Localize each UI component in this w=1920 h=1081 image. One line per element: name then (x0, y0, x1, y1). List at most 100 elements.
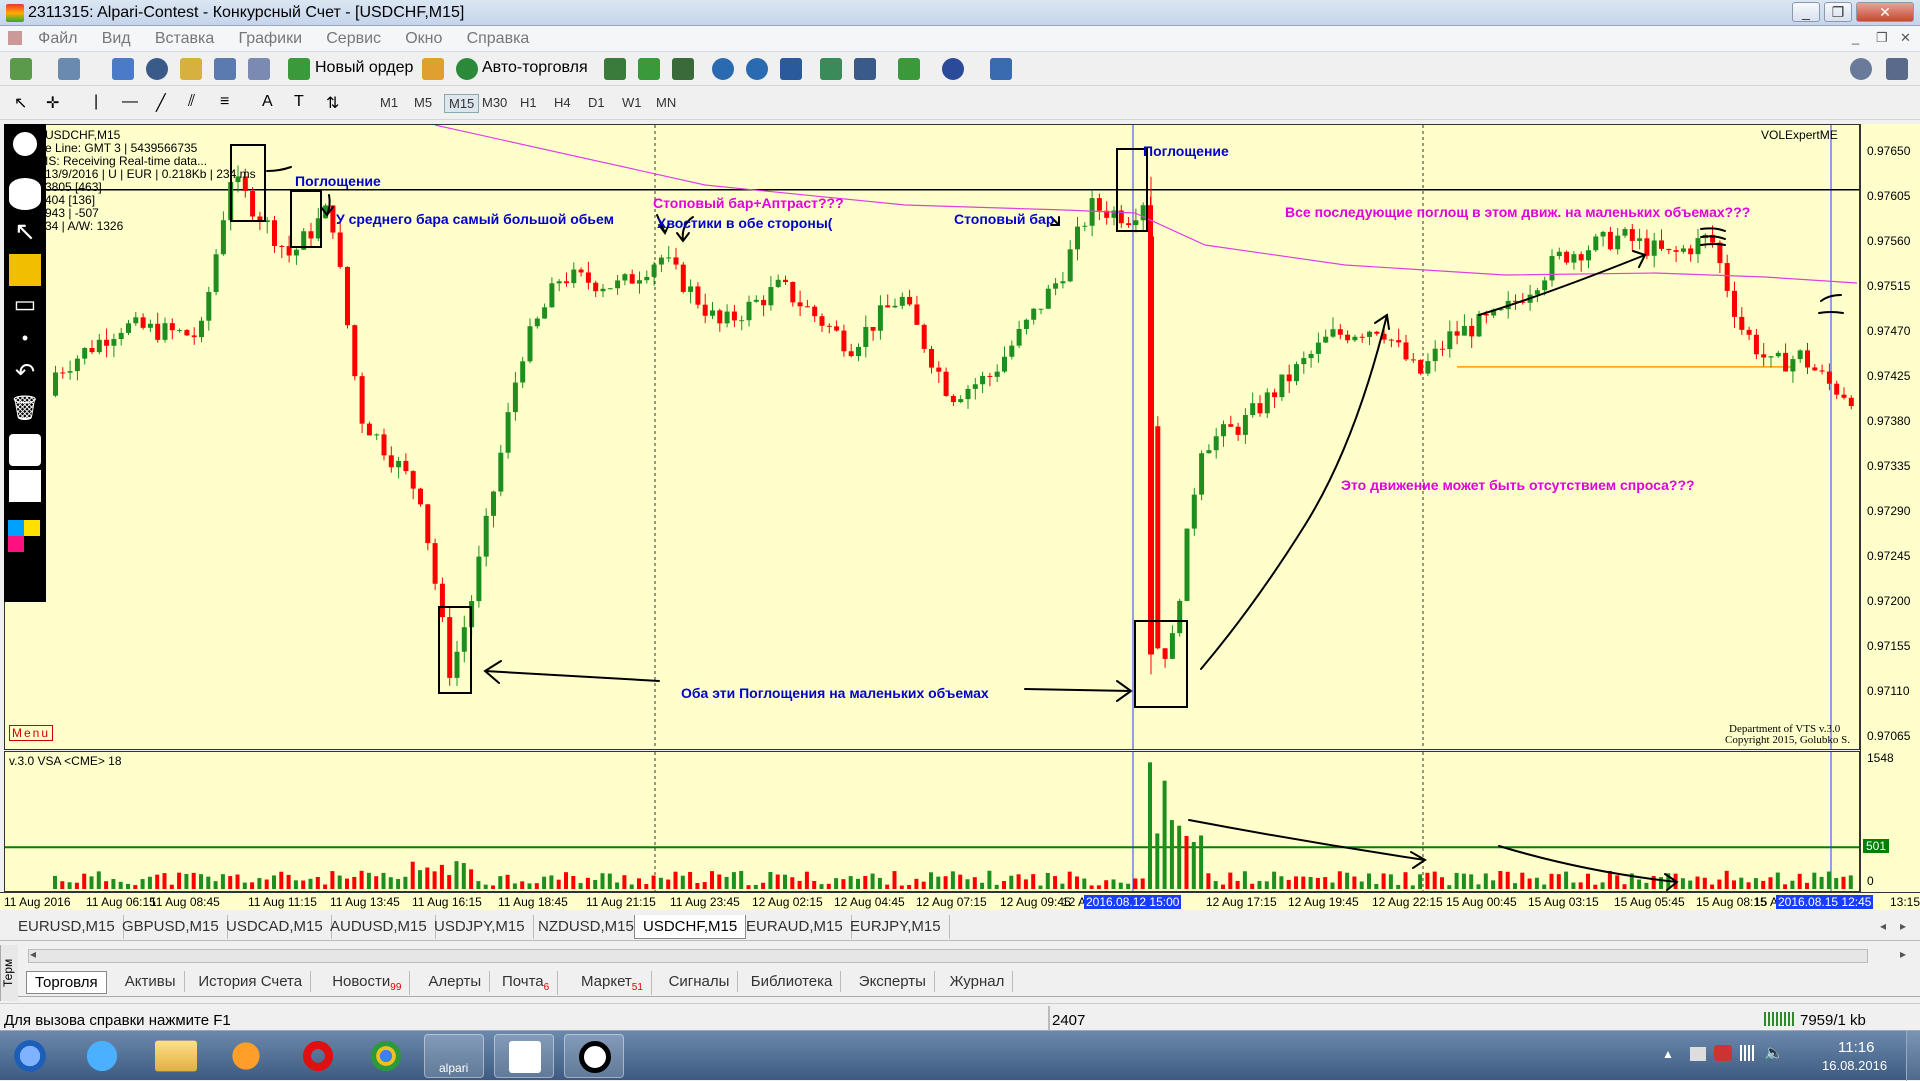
tf-mn[interactable]: MN (652, 94, 680, 111)
market-watch-icon[interactable] (112, 58, 134, 80)
color-black[interactable] (24, 536, 40, 552)
profiles-icon[interactable] (58, 58, 80, 80)
community-icon[interactable] (1886, 58, 1908, 80)
price-chart[interactable]: USDCHF,M15 e Line: GMT 3 | 5439566735 IS… (4, 124, 1860, 750)
terminal-tab[interactable]: Почта6 (494, 971, 559, 995)
indicators-icon[interactable] (898, 58, 920, 80)
vertical-line-icon[interactable]: | (94, 93, 98, 111)
symbol-tab[interactable]: EURJPY,M15 (842, 915, 950, 939)
eraser-icon[interactable]: ▭ (9, 290, 41, 322)
alpari-taskbar-button[interactable]: alpari (424, 1034, 484, 1078)
cursor-icon[interactable]: ↖ (14, 93, 27, 113)
symbol-tab[interactable]: AUDUSD,M15 (322, 915, 436, 939)
trendline-icon[interactable]: ╱ (156, 93, 166, 113)
pencil-icon[interactable] (9, 254, 41, 286)
search-icon[interactable] (1850, 58, 1872, 80)
mdi-restore-button[interactable]: ❐ (1876, 30, 1888, 46)
mdi-minimize-button[interactable]: _ (1852, 30, 1859, 45)
volume-panel[interactable]: v.3.0 VSA <CME> 18 (4, 751, 1860, 892)
close-button[interactable]: ✕ (1856, 2, 1914, 22)
terminal-tab[interactable]: Алерты (420, 971, 491, 992)
tile-windows-icon[interactable] (780, 58, 802, 80)
show-desktop-button[interactable] (1906, 1031, 1920, 1081)
autoscroll-icon[interactable] (820, 58, 842, 80)
terminal-tab[interactable]: Маркет51 (573, 971, 652, 995)
scroll-track[interactable] (28, 949, 1868, 963)
new-order-button[interactable]: Новый ордер (315, 59, 413, 77)
symbol-tab[interactable]: USDCAD,M15 (218, 915, 332, 939)
tf-w1[interactable]: W1 (618, 94, 646, 111)
menu-charts[interactable]: Графики (228, 26, 312, 48)
dot-icon[interactable]: • (9, 328, 41, 360)
symbol-tab[interactable]: USDJPY,M15 (426, 915, 534, 939)
internet-explorer-icon[interactable] (72, 1034, 132, 1078)
opera-icon[interactable] (288, 1034, 348, 1078)
menu-tools[interactable]: Сервис (316, 26, 391, 48)
media-player-icon[interactable] (216, 1034, 276, 1078)
arrows-icon[interactable]: ⇅ (326, 93, 339, 113)
new-chart-icon[interactable] (10, 58, 32, 80)
navigator-icon[interactable] (146, 58, 168, 80)
channel-icon[interactable]: ⫽ (188, 93, 195, 111)
vsa-logo-icon[interactable] (9, 128, 41, 160)
bar-chart-icon[interactable] (604, 58, 626, 80)
candlesticks-icon[interactable] (638, 58, 660, 80)
tf-h4[interactable]: H4 (550, 94, 575, 111)
text-icon[interactable]: A (262, 93, 273, 111)
menu-view[interactable]: Вид (92, 26, 141, 48)
periods-icon[interactable] (942, 58, 964, 80)
symbol-tab[interactable]: GBPUSD,M15 (114, 915, 228, 939)
tabs-left-icon[interactable]: ◂ (1880, 919, 1886, 933)
symbol-tab[interactable]: NZDUSD,M15 (530, 915, 643, 939)
tf-m1[interactable]: M1 (376, 94, 402, 111)
tf-m15[interactable]: M15 (444, 94, 480, 113)
auto-trading-button[interactable]: Авто-торговля (482, 59, 588, 77)
tf-m30[interactable]: M30 (478, 94, 511, 111)
symbol-tab[interactable]: USDCHF,M15 (634, 915, 747, 939)
line-chart-icon[interactable] (672, 58, 694, 80)
restore-button[interactable]: ❐ (1824, 2, 1852, 22)
zoom-out-icon[interactable] (746, 58, 768, 80)
terminal-tab[interactable]: Торговля (26, 971, 107, 994)
explorer-icon[interactable] (155, 1040, 197, 1072)
text-label-icon[interactable]: T (294, 93, 304, 111)
volume-icon[interactable]: 🔈 (1764, 1043, 1784, 1063)
symbol-tab[interactable]: EURUSD,M15 (10, 915, 124, 939)
terminal-tab[interactable]: Новости99 (324, 971, 411, 995)
terminal-tab[interactable]: Эксперты (851, 971, 935, 992)
chart-shift-icon[interactable] (854, 58, 876, 80)
pointer-icon[interactable]: ↖ (9, 216, 41, 248)
scroll-right-icon[interactable]: ▸ (1900, 947, 1906, 961)
menu-window[interactable]: Окно (395, 26, 452, 48)
templates-icon[interactable] (990, 58, 1012, 80)
action-center-icon[interactable] (1690, 1047, 1706, 1061)
terminal-tab[interactable]: Активы (117, 971, 185, 992)
tf-h1[interactable]: H1 (516, 94, 541, 111)
crosshair-icon[interactable]: ✛ (46, 93, 59, 113)
terminal-tab[interactable]: Сигналы (661, 971, 739, 992)
clock-date[interactable]: 16.08.2016 (1822, 1058, 1887, 1073)
terminal-tab[interactable]: Журнал (942, 971, 1014, 992)
menu-help[interactable]: Справка (457, 26, 540, 48)
tray-app-icon[interactable] (1714, 1045, 1732, 1061)
strategy-tester-icon[interactable] (248, 58, 270, 80)
vsa-taskbar-button[interactable] (564, 1034, 624, 1078)
clock-time[interactable]: 11:16 (1838, 1039, 1874, 1056)
tf-d1[interactable]: D1 (584, 94, 609, 111)
terminal-tab[interactable]: История Счета (190, 971, 312, 992)
symbol-tab[interactable]: EURAUD,M15 (738, 915, 852, 939)
mdi-close-button[interactable]: ✕ (1900, 30, 1911, 46)
menu-file[interactable]: Файл (28, 26, 87, 48)
zoom-in-icon[interactable] (712, 58, 734, 80)
horizontal-line-icon[interactable]: — (122, 93, 138, 111)
camera-icon[interactable] (9, 434, 41, 466)
fibonacci-icon[interactable]: ≡ (220, 93, 229, 111)
show-hidden-icons[interactable]: ▲ (1662, 1047, 1674, 1061)
tf-m5[interactable]: M5 (410, 94, 436, 111)
color-magenta[interactable] (8, 536, 24, 552)
trash-icon[interactable]: 🗑 (9, 394, 41, 426)
menu-button[interactable]: Menu (9, 725, 54, 741)
undo-icon[interactable]: ↶ (9, 358, 41, 390)
color-yellow[interactable] (24, 520, 40, 536)
start-button[interactable] (2, 1034, 58, 1078)
